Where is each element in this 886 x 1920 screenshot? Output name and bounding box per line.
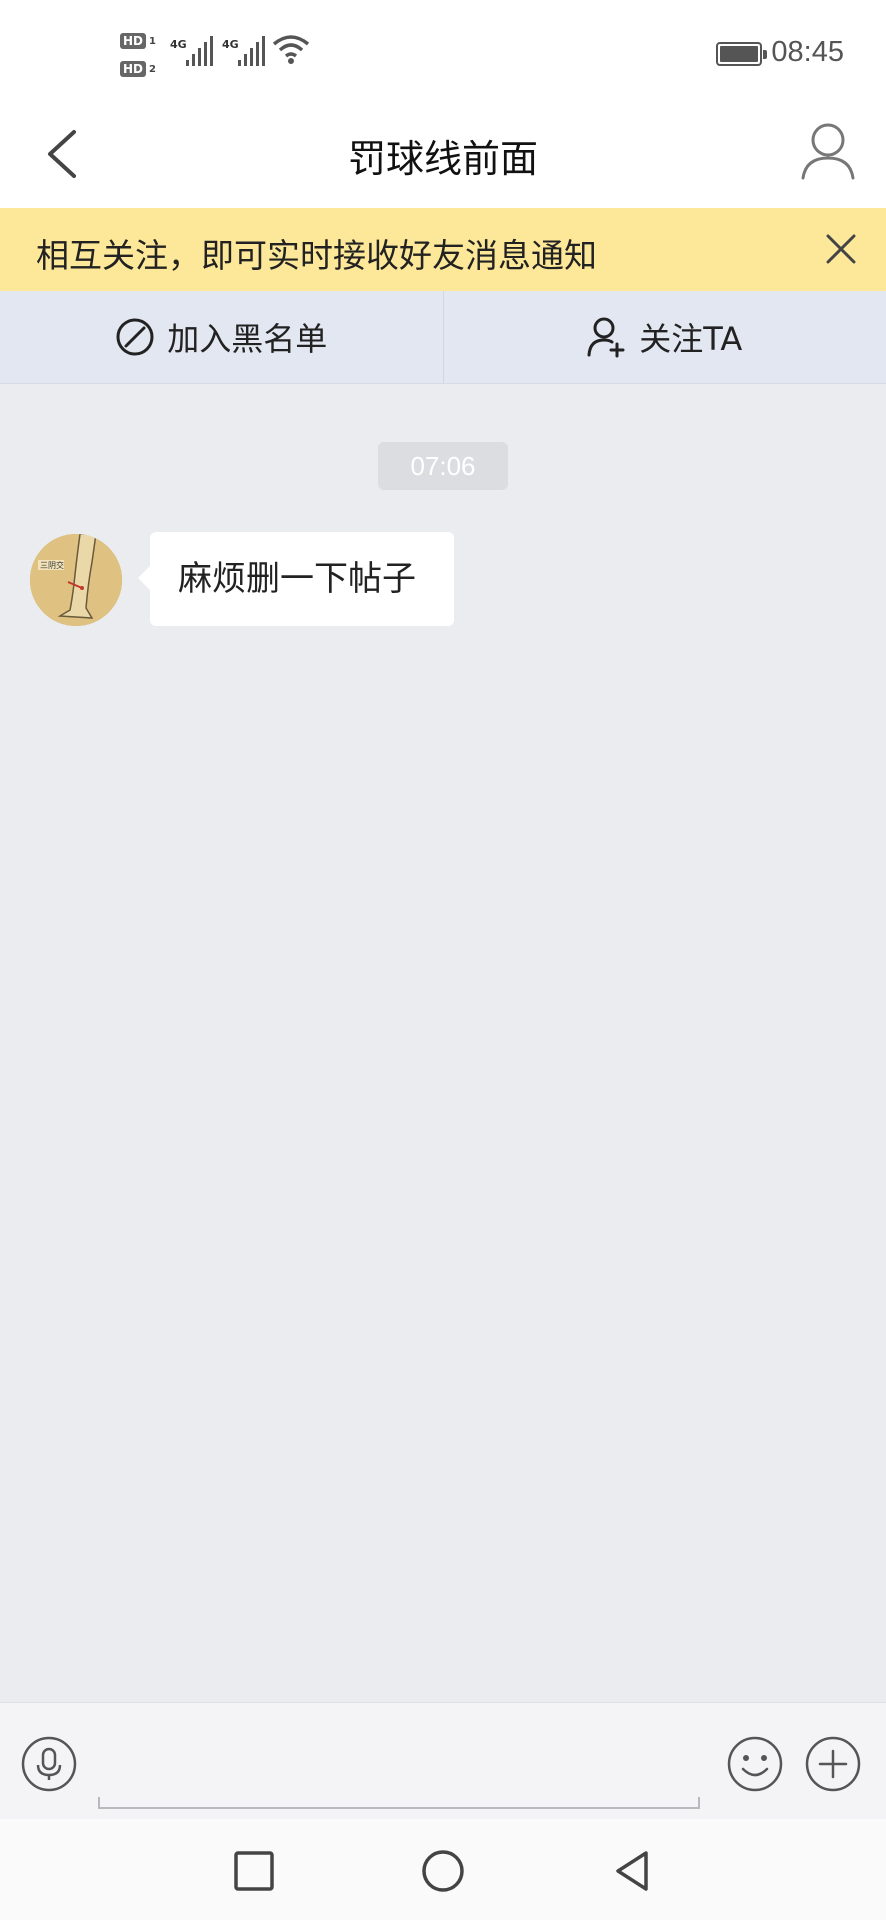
svg-text:三阴交: 三阴交 [40, 560, 64, 570]
home-button[interactable] [419, 1847, 467, 1895]
system-nav-bar [0, 1819, 886, 1920]
follow-label: 关注TA [639, 320, 743, 358]
banner-text: 相互关注，即可实时接收好友消息通知 [36, 236, 597, 275]
hd1-badge: HD [120, 33, 147, 49]
hd2-badge: HD [120, 61, 147, 77]
block-icon [116, 318, 154, 356]
microphone-icon [21, 1736, 77, 1792]
input-underline [98, 1797, 700, 1809]
more-button[interactable] [804, 1735, 862, 1793]
circle-icon [422, 1850, 464, 1892]
message-timestamp: 07:06 [378, 442, 508, 490]
message-input[interactable] [98, 1729, 700, 1807]
smile-icon [727, 1736, 783, 1792]
follow-notice-banner: 相互关注，即可实时接收好友消息通知 [0, 208, 886, 291]
blacklist-label: 加入黑名单 [167, 320, 328, 358]
add-user-icon [587, 317, 625, 358]
plus-circle-icon [805, 1736, 861, 1792]
wifi-icon [272, 35, 310, 64]
action-bar: 加入黑名单 关注TA [0, 291, 886, 384]
message-bubble[interactable]: 麻烦删一下帖子 [138, 532, 454, 626]
close-icon [826, 234, 856, 264]
input-bar [0, 1702, 886, 1819]
back-nav-button[interactable] [608, 1847, 656, 1895]
hd-indicators: HD 1 HD 2 [120, 30, 162, 86]
avatar[interactable]: 三阴交 [30, 534, 122, 626]
emoji-button[interactable] [726, 1735, 784, 1793]
signal-icon [186, 36, 213, 66]
blacklist-button[interactable]: 加入黑名单 [0, 291, 443, 383]
profile-button[interactable] [798, 118, 858, 184]
square-icon [234, 1851, 274, 1891]
status-bar: HD 1 HD 2 4G 4G 08:45 [0, 0, 886, 104]
signal-icon [238, 36, 265, 66]
status-time: 08:45 [771, 36, 844, 68]
chat-header: 罚球线前面 [0, 104, 886, 208]
banner-close-button[interactable] [818, 226, 864, 272]
avatar-image: 三阴交 [30, 534, 122, 626]
chat-area[interactable]: 07:06 三阴交 麻烦删一下帖子 [0, 384, 886, 1702]
voice-button[interactable] [20, 1735, 78, 1793]
user-icon [801, 123, 855, 180]
battery-icon [716, 42, 767, 66]
recents-button[interactable] [230, 1847, 278, 1895]
triangle-back-icon [616, 1851, 648, 1891]
follow-button[interactable]: 关注TA [444, 291, 886, 383]
page-title: 罚球线前面 [347, 137, 538, 181]
